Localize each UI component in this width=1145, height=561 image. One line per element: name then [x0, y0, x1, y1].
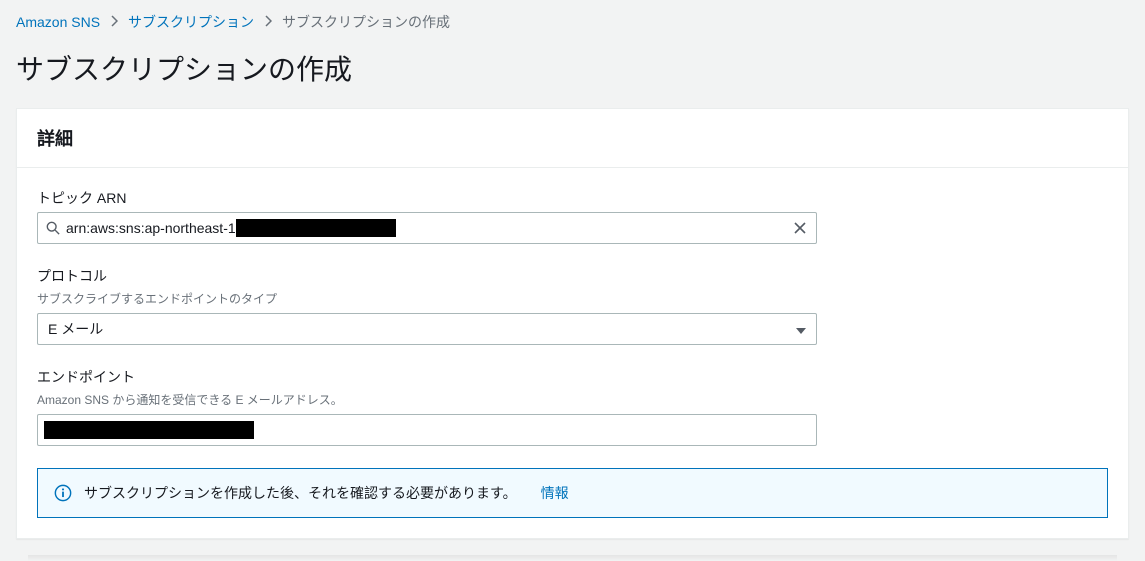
- protocol-select[interactable]: E メール: [37, 313, 817, 345]
- clear-icon[interactable]: [784, 222, 816, 234]
- protocol-label: プロトコル: [37, 266, 1108, 286]
- topic-arn-input-wrap[interactable]: arn:aws:sns:ap-northeast-1: [37, 212, 817, 244]
- topic-arn-label: トピック ARN: [37, 188, 1108, 208]
- protocol-selected-value: E メール: [48, 319, 103, 339]
- info-icon: [54, 484, 72, 502]
- chevron-right-icon: [264, 14, 272, 30]
- page-title: サブスクリプションの作成: [0, 40, 1145, 108]
- endpoint-hint: Amazon SNS から通知を受信できる E メールアドレス。: [37, 391, 1108, 408]
- caret-down-icon: [796, 321, 806, 337]
- endpoint-input-wrap[interactable]: [37, 414, 817, 446]
- breadcrumb: Amazon SNS サブスクリプション サブスクリプションの作成: [0, 0, 1145, 40]
- endpoint-redacted: [44, 421, 254, 439]
- chevron-right-icon: [110, 14, 118, 30]
- bottom-shadow: [28, 555, 1117, 561]
- panel-header: 詳細: [17, 109, 1128, 168]
- topic-arn-value-prefix: arn:aws:sns:ap-northeast-1: [66, 220, 236, 236]
- breadcrumb-subscriptions-link[interactable]: サブスクリプション: [128, 12, 254, 32]
- protocol-hint: サブスクライブするエンドポイントのタイプ: [37, 290, 1108, 307]
- search-icon: [38, 221, 66, 235]
- topic-arn-field: トピック ARN arn:aws:sns:ap-northeast-1: [37, 188, 1108, 244]
- breadcrumb-current: サブスクリプションの作成: [282, 12, 450, 32]
- endpoint-field: エンドポイント Amazon SNS から通知を受信できる E メールアドレス。: [37, 367, 1108, 446]
- info-link[interactable]: 情報: [541, 483, 569, 503]
- endpoint-label: エンドポイント: [37, 367, 1108, 387]
- info-text: サブスクリプションを作成した後、それを確認する必要があります。: [84, 483, 517, 503]
- details-panel: 詳細 トピック ARN arn:aws:sns:ap-northeast-1 プ…: [16, 108, 1129, 539]
- topic-arn-redacted: [236, 219, 396, 237]
- confirmation-info-box: サブスクリプションを作成した後、それを確認する必要があります。 情報: [37, 468, 1108, 518]
- breadcrumb-root-link[interactable]: Amazon SNS: [16, 14, 100, 30]
- protocol-field: プロトコル サブスクライブするエンドポイントのタイプ E メール: [37, 266, 1108, 345]
